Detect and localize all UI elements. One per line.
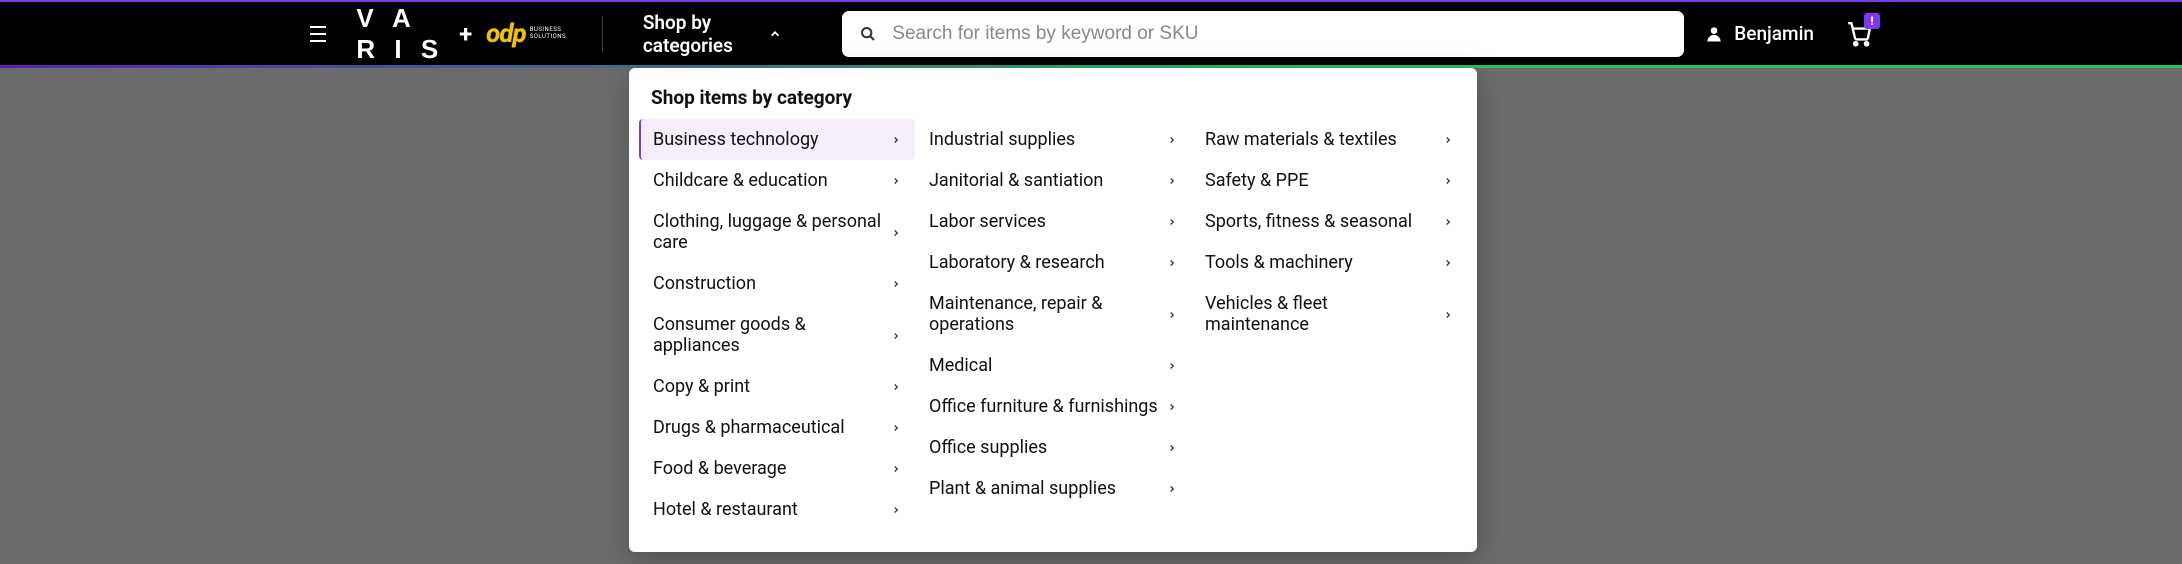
category-label: Construction xyxy=(653,273,756,294)
mega-column-3: Raw materials & textiles Safety & PPE Sp… xyxy=(1191,119,1467,530)
mega-menu-columns: Business technology Childcare & educatio… xyxy=(629,119,1477,530)
category-label: Consumer goods & appliances xyxy=(653,314,883,356)
search-wrapper xyxy=(842,11,1684,57)
category-label: Laboratory & research xyxy=(929,252,1105,273)
cart-badge: ! xyxy=(1864,13,1880,29)
category-tools-machinery[interactable]: Tools & machinery xyxy=(1191,242,1467,283)
logo-odp-text: odp xyxy=(486,19,526,49)
category-label: Food & beverage xyxy=(653,458,786,479)
category-plant-animal-supplies[interactable]: Plant & animal supplies xyxy=(915,468,1191,509)
category-business-technology[interactable]: Business technology xyxy=(639,119,915,160)
chevron-right-icon xyxy=(1443,211,1453,232)
category-food-beverage[interactable]: Food & beverage xyxy=(639,448,915,489)
chevron-right-icon xyxy=(891,129,901,150)
category-hotel-restaurant[interactable]: Hotel & restaurant xyxy=(639,489,915,530)
chevron-right-icon xyxy=(1167,396,1177,417)
user-section: Benjamin ! xyxy=(1704,21,2182,47)
chevron-right-icon xyxy=(1167,252,1177,273)
category-label: Industrial supplies xyxy=(929,129,1075,150)
category-office-furniture-furnishings[interactable]: Office furniture & furnishings xyxy=(915,386,1191,427)
chevron-right-icon xyxy=(891,170,901,191)
category-label: Janitorial & santiation xyxy=(929,170,1103,191)
category-label: Medical xyxy=(929,355,992,376)
category-label: Vehicles & fleet maintenance xyxy=(1205,293,1435,335)
logo-plus: + xyxy=(459,20,472,48)
category-janitorial-sanitation[interactable]: Janitorial & santiation xyxy=(915,160,1191,201)
logo-odp-subtext: BUSINESS SOLUTIONS xyxy=(530,27,566,40)
header-bar: V A R I S + odp BUSINESS SOLUTIONS Shop … xyxy=(0,2,2182,65)
chevron-right-icon xyxy=(891,376,901,397)
search-icon xyxy=(860,26,876,42)
hamburger-menu-button[interactable] xyxy=(310,26,326,42)
chevron-right-icon xyxy=(891,222,901,243)
category-raw-materials-textiles[interactable]: Raw materials & textiles xyxy=(1191,119,1467,160)
category-label: Raw materials & textiles xyxy=(1205,129,1397,150)
chevron-right-icon xyxy=(1167,304,1177,325)
category-label: Plant & animal supplies xyxy=(929,478,1116,499)
cart-button[interactable]: ! xyxy=(1846,21,1872,47)
category-label: Office furniture & furnishings xyxy=(929,396,1158,417)
chevron-right-icon xyxy=(891,273,901,294)
category-construction[interactable]: Construction xyxy=(639,263,915,304)
mega-menu-title: Shop items by category xyxy=(629,86,1477,119)
category-label: Copy & print xyxy=(653,376,750,397)
category-industrial-supplies[interactable]: Industrial supplies xyxy=(915,119,1191,160)
category-consumer-goods-appliances[interactable]: Consumer goods & appliances xyxy=(639,304,915,366)
chevron-right-icon xyxy=(891,458,901,479)
category-label: Hotel & restaurant xyxy=(653,499,798,520)
category-safety-ppe[interactable]: Safety & PPE xyxy=(1191,160,1467,201)
category-label: Tools & machinery xyxy=(1205,252,1353,273)
user-name-label: Benjamin xyxy=(1734,22,1814,45)
category-maintenance-repair-operations[interactable]: Maintenance, repair & operations xyxy=(915,283,1191,345)
chevron-right-icon xyxy=(1167,355,1177,376)
shop-by-categories-label: Shop by categories xyxy=(643,11,758,57)
chevron-right-icon xyxy=(891,417,901,438)
chevron-up-icon xyxy=(768,27,782,41)
category-label: Clothing, luggage & personal care xyxy=(653,211,883,253)
chevron-right-icon xyxy=(1167,211,1177,232)
category-drugs-pharmaceutical[interactable]: Drugs & pharmaceutical xyxy=(639,407,915,448)
chevron-right-icon xyxy=(891,325,901,346)
shop-by-categories-button[interactable]: Shop by categories xyxy=(631,11,794,57)
category-label: Drugs & pharmaceutical xyxy=(653,417,845,438)
categories-mega-menu: Shop items by category Business technolo… xyxy=(629,68,1477,552)
category-label: Safety & PPE xyxy=(1205,170,1309,191)
chevron-right-icon xyxy=(1443,252,1453,273)
category-label: Office supplies xyxy=(929,437,1047,458)
search-bar[interactable] xyxy=(842,11,1684,57)
chevron-right-icon xyxy=(1167,170,1177,191)
category-copy-print[interactable]: Copy & print xyxy=(639,366,915,407)
category-childcare-education[interactable]: Childcare & education xyxy=(639,160,915,201)
search-input[interactable] xyxy=(892,23,1666,45)
vertical-divider xyxy=(602,16,603,52)
category-office-supplies[interactable]: Office supplies xyxy=(915,427,1191,468)
mega-column-1: Business technology Childcare & educatio… xyxy=(639,119,915,530)
category-label: Sports, fitness & seasonal xyxy=(1205,211,1412,232)
logo-group[interactable]: V A R I S + odp BUSINESS SOLUTIONS xyxy=(356,3,566,65)
category-labor-services[interactable]: Labor services xyxy=(915,201,1191,242)
chevron-right-icon xyxy=(891,499,901,520)
chevron-right-icon xyxy=(1443,304,1453,325)
category-sports-fitness-seasonal[interactable]: Sports, fitness & seasonal xyxy=(1191,201,1467,242)
category-label: Business technology xyxy=(653,129,819,150)
user-account-button[interactable]: Benjamin xyxy=(1704,22,1814,45)
chevron-right-icon xyxy=(1167,478,1177,499)
category-label: Labor services xyxy=(929,211,1046,232)
category-label: Maintenance, repair & operations xyxy=(929,293,1159,335)
chevron-right-icon xyxy=(1167,129,1177,150)
user-icon xyxy=(1704,24,1724,44)
logo-varis: V A R I S xyxy=(356,3,445,65)
mega-column-2: Industrial supplies Janitorial & santiat… xyxy=(915,119,1191,530)
logo-odp: odp BUSINESS SOLUTIONS xyxy=(486,19,566,49)
chevron-right-icon xyxy=(1443,170,1453,191)
chevron-right-icon xyxy=(1167,437,1177,458)
chevron-right-icon xyxy=(1443,129,1453,150)
category-clothing-luggage-personal-care[interactable]: Clothing, luggage & personal care xyxy=(639,201,915,263)
category-label: Childcare & education xyxy=(653,170,828,191)
category-laboratory-research[interactable]: Laboratory & research xyxy=(915,242,1191,283)
category-medical[interactable]: Medical xyxy=(915,345,1191,386)
category-vehicles-fleet-maintenance[interactable]: Vehicles & fleet maintenance xyxy=(1191,283,1467,345)
